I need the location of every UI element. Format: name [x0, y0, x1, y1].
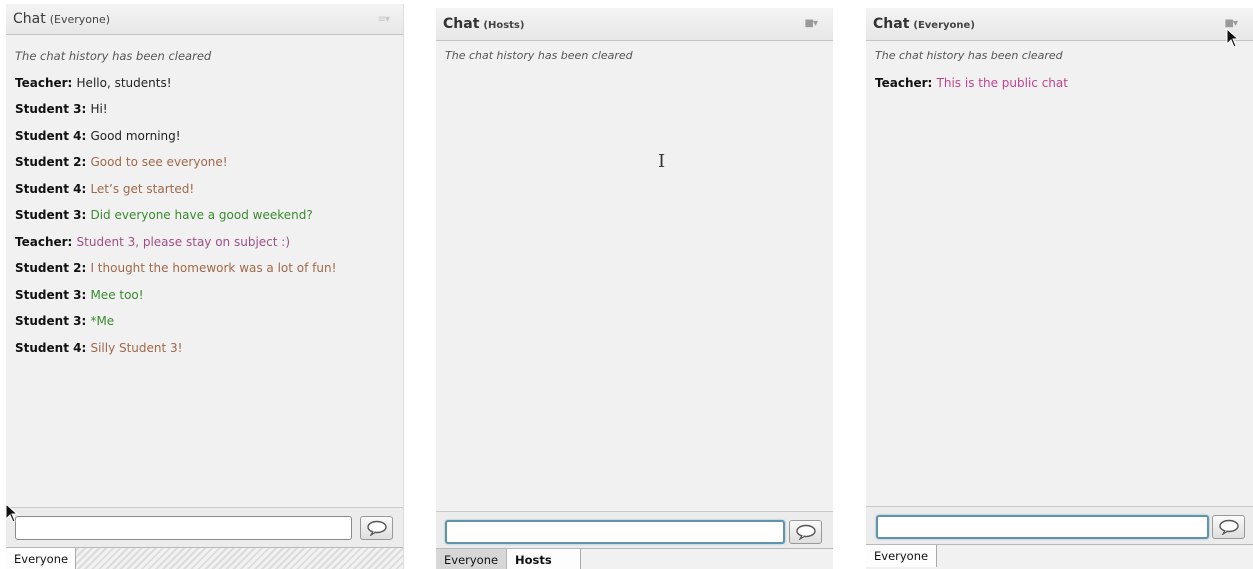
chat-message: Teacher: Student 3, please stay on subje… — [15, 234, 291, 249]
message-text: I thought the homework was a lot of fun! — [90, 261, 337, 275]
chat-message: Student 3: Mee too! — [15, 287, 144, 302]
send-message-button[interactable] — [789, 520, 822, 544]
message-sender: Student 3 — [15, 314, 82, 328]
chat-message-list: The chat history has been cleared — [445, 48, 825, 75]
message-text: Hello, students! — [76, 75, 172, 90]
chat-tab-bar: Everyone — [866, 544, 1253, 569]
mouse-pointer-icon — [5, 503, 19, 523]
chat-title-text: Chat — [873, 16, 910, 32]
message-sender: Student 4 — [15, 128, 82, 143]
message-sender: Student 4 — [15, 340, 82, 355]
message-sender: Student 3 — [15, 102, 82, 116]
chat-message: Student 4: Silly Student 3! — [15, 340, 183, 355]
chat-tab-bar: Everyone — [6, 547, 403, 569]
chat-message: Student 3: *Me — [15, 314, 115, 328]
chat-message: Student 3: Did everyone have a good week… — [15, 208, 313, 222]
chat-title: Chat (Hosts) — [443, 16, 524, 32]
chat-panel-everyone-1: Chat (Everyone) ≡▾ The chat history has b… — [6, 4, 404, 569]
system-message: The chat history has been cleared — [875, 49, 1063, 62]
chat-header: Chat (Hosts) ■▾ — [436, 8, 833, 41]
message-sender: Teacher — [875, 75, 928, 90]
message-sender: Student 4 — [15, 181, 82, 196]
message-text: Student 3, please stay on subject :) — [76, 234, 291, 249]
chat-message-input[interactable] — [15, 516, 352, 540]
chat-message-list: The chat history has been cleared Teache… — [875, 48, 1247, 101]
chat-tab-bar: Everyone Hosts — [436, 548, 833, 569]
chat-scope: (Everyone) — [913, 20, 975, 31]
speech-bubble-icon — [1218, 519, 1239, 535]
system-message: The chat history has been cleared — [15, 49, 212, 63]
mouse-pointer-icon — [1226, 28, 1240, 48]
chat-panel-hosts: Chat (Hosts) ■▾ The chat history has been… — [436, 8, 833, 569]
message-sender: Student 3 — [15, 208, 82, 222]
message-text: This is the public chat — [936, 75, 1068, 90]
message-text: Did everyone have a good weekend? — [90, 208, 313, 222]
message-sender: Teacher — [15, 234, 68, 249]
speech-bubble-icon — [366, 520, 387, 536]
chat-title-text: Chat — [13, 11, 46, 27]
message-sender: Student 2 — [15, 261, 82, 275]
chat-header: Chat (Everyone) ≡▾ — [6, 4, 403, 35]
chat-message: Student 3: Hi! — [15, 102, 108, 116]
chat-message-list: The chat history has been cleared Teache… — [15, 48, 395, 366]
chat-message: Student 4: Good morning! — [15, 128, 181, 143]
chat-input-row — [866, 506, 1253, 547]
message-text: Good morning! — [90, 128, 181, 143]
send-message-button[interactable] — [1212, 515, 1245, 539]
message-sender: Teacher — [15, 75, 68, 90]
chat-input-row — [436, 511, 833, 552]
message-text: Good to see everyone! — [90, 155, 228, 169]
tab-everyone[interactable]: Everyone — [436, 549, 507, 569]
tab-everyone[interactable]: Everyone — [866, 545, 937, 567]
menu-dropdown-icon[interactable]: ■▾ — [805, 18, 819, 29]
chat-message-input[interactable] — [445, 520, 785, 544]
menu-dropdown-icon[interactable]: ≡▾ — [378, 14, 390, 25]
message-text: Let’s get started! — [90, 181, 195, 196]
chat-title: Chat (Everyone) — [13, 11, 110, 27]
message-text: Silly Student 3! — [90, 340, 183, 355]
message-text: Hi! — [90, 102, 108, 116]
chat-panel-everyone-2: Chat (Everyone) ■▾ The chat history has b… — [866, 8, 1253, 569]
speech-bubble-icon — [795, 524, 816, 540]
chat-input-row — [6, 507, 403, 548]
text-cursor-icon: I — [658, 151, 666, 172]
tab-hosts[interactable]: Hosts — [507, 549, 581, 569]
message-sender: Student 2 — [15, 155, 82, 169]
message-text: *Me — [90, 314, 115, 328]
chat-message-input[interactable] — [876, 515, 1209, 539]
chat-message: Student 4: Let’s get started! — [15, 181, 195, 196]
system-message: The chat history has been cleared — [445, 49, 633, 62]
chat-message: Student 2: I thought the homework was a … — [15, 261, 337, 275]
chat-message: Teacher: Hello, students! — [15, 75, 172, 90]
chat-scope: (Hosts) — [483, 20, 525, 31]
chat-message: Student 2: Good to see everyone! — [15, 155, 228, 169]
tab-everyone[interactable]: Everyone — [6, 548, 76, 569]
chat-title-text: Chat — [443, 16, 480, 32]
message-text: Mee too! — [90, 287, 144, 302]
chat-message: Teacher: This is the public chat — [875, 75, 1068, 90]
message-sender: Student 3 — [15, 287, 82, 302]
send-message-button[interactable] — [360, 516, 393, 540]
chat-title: Chat (Everyone) — [873, 16, 975, 32]
chat-header: Chat (Everyone) ■▾ — [866, 8, 1253, 41]
chat-scope: (Everyone) — [49, 13, 111, 26]
